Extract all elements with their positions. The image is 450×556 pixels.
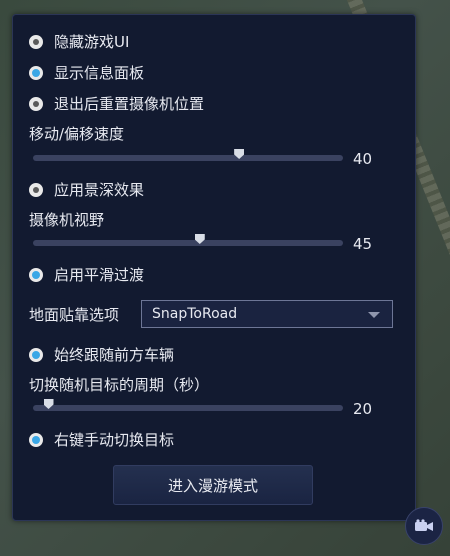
switch-period-slider-thumb[interactable]: [43, 399, 54, 409]
camera-toggle-button[interactable]: [405, 507, 443, 545]
fov-slider-thumb[interactable]: [194, 234, 205, 244]
move-speed-slider-thumb[interactable]: [234, 149, 245, 159]
option-follow-vehicle-label: 始终跟随前方车辆: [54, 346, 175, 364]
ground-snap-select[interactable]: SnapToRoad: [141, 300, 393, 328]
radio-on-icon[interactable]: [29, 432, 43, 447]
fov-label: 摄像机视野: [29, 211, 105, 229]
option-show-info-panel-label: 显示信息面板: [54, 64, 145, 82]
camera-settings-panel: 隐藏游戏UI 显示信息面板 退出后重置摄像机位置 移动/偏移速度 40 应用景深…: [12, 14, 416, 521]
option-right-click-switch-label: 右键手动切换目标: [54, 431, 175, 449]
radio-off-icon[interactable]: [29, 34, 43, 49]
option-smooth-transition[interactable]: 启用平滑过渡: [29, 264, 144, 285]
radio-on-icon[interactable]: [29, 267, 43, 282]
option-hide-ui-label: 隐藏游戏UI: [54, 33, 130, 51]
radio-off-icon[interactable]: [29, 96, 43, 111]
move-speed-value: 40: [353, 150, 373, 168]
option-depth-of-field-label: 应用景深效果: [54, 181, 145, 199]
option-hide-ui[interactable]: 隐藏游戏UI: [29, 31, 129, 52]
video-camera-icon: [415, 519, 433, 531]
ground-snap-selected: SnapToRoad: [152, 306, 238, 322]
option-smooth-transition-label: 启用平滑过渡: [54, 266, 145, 284]
radio-on-icon[interactable]: [29, 347, 43, 362]
chevron-down-icon: [368, 312, 380, 318]
move-speed-slider[interactable]: [33, 149, 343, 161]
fov-slider[interactable]: [33, 234, 343, 246]
option-depth-of-field[interactable]: 应用景深效果: [29, 179, 144, 200]
enter-free-camera-button[interactable]: 进入漫游模式: [113, 465, 313, 505]
option-right-click-switch[interactable]: 右键手动切换目标: [29, 429, 174, 450]
move-speed-label: 移动/偏移速度: [29, 125, 125, 143]
ground-snap-label: 地面贴靠选项: [29, 306, 120, 324]
switch-period-label: 切换随机目标的周期（秒）: [29, 376, 210, 394]
radio-on-icon[interactable]: [29, 65, 43, 80]
fov-value: 45: [353, 235, 373, 253]
option-show-info-panel[interactable]: 显示信息面板: [29, 62, 144, 83]
option-follow-vehicle[interactable]: 始终跟随前方车辆: [29, 344, 174, 365]
switch-period-value: 20: [353, 400, 373, 418]
radio-off-icon[interactable]: [29, 182, 43, 197]
option-reset-camera-label: 退出后重置摄像机位置: [54, 95, 205, 113]
switch-period-slider[interactable]: [33, 399, 343, 411]
option-reset-camera[interactable]: 退出后重置摄像机位置: [29, 93, 204, 114]
